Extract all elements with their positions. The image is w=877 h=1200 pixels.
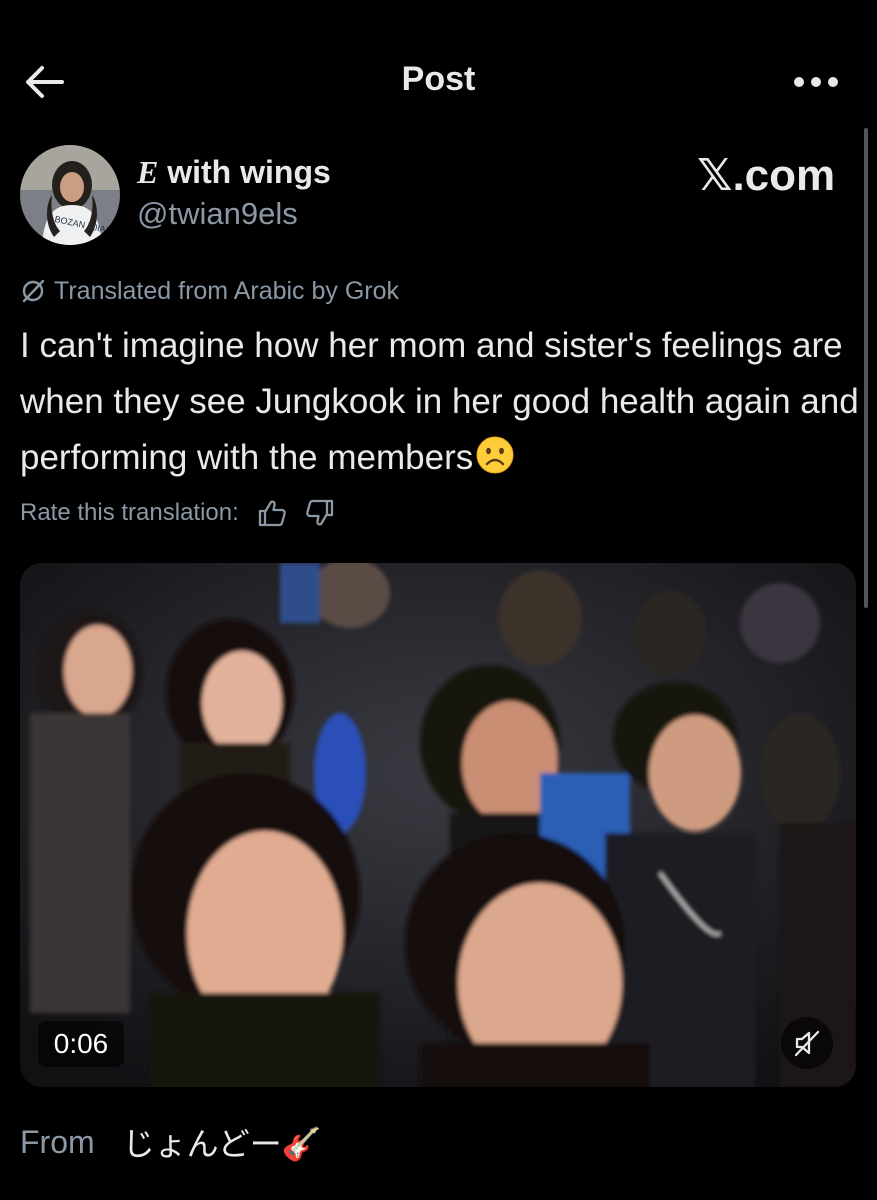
- mute-button[interactable]: [781, 1017, 833, 1069]
- author-name[interactable]: E with wings: [137, 154, 331, 191]
- more-options-button[interactable]: [793, 70, 839, 94]
- thumbs-up-button[interactable]: [257, 499, 287, 527]
- brand-watermark: 𝕏.com: [697, 151, 836, 200]
- author-handle[interactable]: @twian9els: [137, 196, 298, 232]
- thumbs-up-icon: [258, 500, 286, 527]
- video-time-badge: 0:06: [38, 1021, 124, 1067]
- more-horizontal-icon: [794, 77, 838, 87]
- source-name[interactable]: じょんどー🎸: [123, 1119, 322, 1165]
- page-title: Post: [401, 60, 476, 98]
- speaker-muted-icon: [794, 1030, 820, 1057]
- thumbs-down-icon: [306, 499, 333, 526]
- from-label: From: [20, 1123, 95, 1160]
- author-name-rest: with wings: [158, 154, 331, 190]
- rate-translation: Rate this translation:: [20, 497, 335, 529]
- video-source: From じょんどー🎸: [20, 1120, 322, 1164]
- avatar[interactable]: BOZAN 70IAI: [20, 145, 120, 245]
- post-text-content: I can't imagine how her mom and sister's…: [20, 326, 859, 477]
- translation-note-text: Translated from Arabic by Grok: [54, 276, 400, 305]
- translation-note: Translated from Arabic by Grok: [20, 276, 399, 306]
- video-frame: [20, 563, 856, 1087]
- frowning-face-emoji: [475, 435, 515, 492]
- video-player[interactable]: [20, 563, 856, 1087]
- top-bar: Post: [0, 40, 877, 120]
- grok-slash-icon: [22, 279, 45, 303]
- post-text: I can't imagine how her mom and sister's…: [20, 318, 865, 492]
- avatar-photo: BOZAN 70IAI: [20, 145, 120, 245]
- thumbs-down-button[interactable]: [305, 499, 335, 527]
- rate-translation-label: Rate this translation:: [20, 499, 239, 526]
- author-name-initial: E: [137, 154, 159, 190]
